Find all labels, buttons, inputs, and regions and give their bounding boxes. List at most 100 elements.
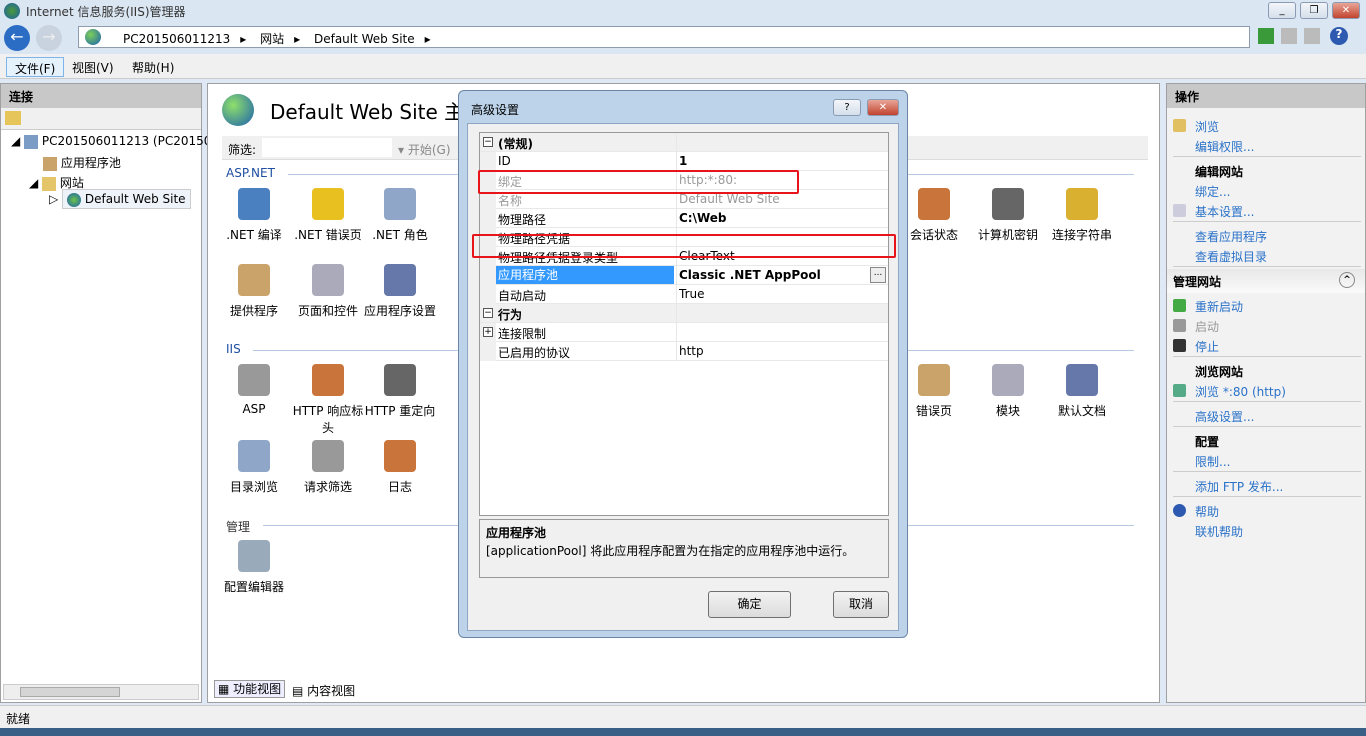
tab-content-view[interactable]: ▤ 内容视图: [292, 682, 355, 699]
feature-icon: [312, 364, 344, 396]
property-name: 行为: [498, 308, 523, 322]
feature-item[interactable]: HTTP 响应标头: [292, 364, 364, 436]
feature-item[interactable]: ASP: [218, 364, 290, 416]
feature-item[interactable]: 错误页: [898, 364, 970, 419]
manage-site-header[interactable]: 管理网站 ^: [1167, 269, 1365, 293]
property-row[interactable]: 自动启动 True: [480, 285, 888, 304]
feature-item[interactable]: 配置编辑器: [218, 540, 290, 595]
view-virtual-directories-action[interactable]: 查看虚拟目录: [1195, 248, 1267, 265]
tree-default-web-site[interactable]: ▷ Default Web Site: [49, 189, 191, 209]
maximize-button[interactable]: ❐: [1300, 2, 1328, 19]
go-button[interactable]: ▾ 开始(G): [398, 141, 451, 158]
minimize-button[interactable]: _: [1268, 2, 1296, 19]
filter-input[interactable]: [262, 138, 392, 157]
feature-item[interactable]: 计算机密钥: [972, 188, 1044, 243]
home-icon[interactable]: [1304, 28, 1320, 44]
feature-item[interactable]: .NET 编译: [218, 188, 290, 243]
feature-item[interactable]: 提供程序: [218, 264, 290, 319]
start-action[interactable]: 启动: [1195, 318, 1219, 335]
tree-server[interactable]: ◢ PC201506011213 (PC20150: [11, 134, 211, 149]
menu-help[interactable]: 帮助(H): [124, 57, 182, 77]
property-row[interactable]: 应用程序池 Classic .NET AppPool...: [480, 266, 888, 285]
feature-item[interactable]: 会话状态: [898, 188, 970, 243]
actions-panel: 操作 管理网站 ^ 浏览 编辑权限... 编辑网站 绑定... 基本设置... 查看应用程序查…: [1166, 83, 1366, 703]
feature-item[interactable]: .NET 角色: [364, 188, 436, 243]
property-value[interactable]: Classic .NET AppPool: [679, 268, 821, 282]
restart-action[interactable]: 重新启动: [1195, 298, 1243, 315]
feature-item[interactable]: 日志: [364, 440, 436, 495]
feature-item[interactable]: 模块: [972, 364, 1044, 419]
property-row[interactable]: 行为 −: [480, 304, 888, 323]
property-row[interactable]: 连接限制 +: [480, 323, 888, 342]
property-row[interactable]: 物理路径 C:\Web: [480, 209, 888, 228]
view-applications-action[interactable]: 查看应用程序: [1195, 228, 1267, 245]
feature-icon: [312, 264, 344, 296]
ok-button[interactable]: 确定: [708, 591, 791, 618]
browse-80-action[interactable]: 浏览 *:80 (http): [1195, 383, 1286, 400]
tree-app-pools[interactable]: 应用程序池: [43, 154, 121, 171]
ellipsis-button[interactable]: ...: [870, 267, 886, 283]
dialog-close-button[interactable]: ✕: [867, 99, 899, 116]
tab-features-view[interactable]: ▦ 功能视图: [214, 680, 286, 698]
tab-label: 内容视图: [307, 684, 356, 698]
help-icon[interactable]: ?: [1330, 27, 1348, 45]
feature-label: 提供程序: [229, 304, 278, 318]
feature-item[interactable]: 页面和控件: [292, 264, 364, 319]
stop-action[interactable]: 停止: [1195, 338, 1219, 355]
menu-view[interactable]: 视图(V): [64, 57, 122, 77]
feature-item[interactable]: HTTP 重定向: [364, 364, 436, 419]
close-button[interactable]: ✕: [1332, 2, 1360, 19]
browse-action[interactable]: 浏览: [1195, 118, 1219, 135]
crumb-site[interactable]: Default Web Site: [314, 32, 415, 46]
property-row[interactable]: ID 1: [480, 152, 888, 171]
online-help-action[interactable]: 联机帮助: [1195, 523, 1243, 540]
feature-item[interactable]: 应用程序设置: [364, 264, 436, 319]
feature-item[interactable]: 目录浏览: [218, 440, 290, 495]
dialog-help-button[interactable]: ?: [833, 99, 861, 116]
collapse-icon[interactable]: −: [483, 308, 493, 318]
edit-permissions-action[interactable]: 编辑权限...: [1195, 138, 1254, 155]
basic-settings-action[interactable]: 基本设置...: [1195, 203, 1254, 220]
crumb-sites[interactable]: 网站: [260, 32, 284, 46]
horizontal-scrollbar[interactable]: [3, 684, 199, 700]
collapse-icon[interactable]: −: [483, 137, 493, 147]
property-name: (常规): [498, 137, 533, 151]
limits-action[interactable]: 限制...: [1195, 453, 1230, 470]
refresh-icon[interactable]: [1258, 28, 1274, 44]
feature-label: ASP: [242, 402, 266, 416]
property-value[interactable]: True: [679, 287, 705, 301]
add-ftp-action[interactable]: 添加 FTP 发布...: [1195, 478, 1283, 495]
bindings-action[interactable]: 绑定...: [1195, 183, 1230, 200]
stop-icon[interactable]: [1281, 28, 1297, 44]
feature-icon: [238, 188, 270, 220]
back-icon[interactable]: ←: [4, 25, 30, 51]
cancel-button[interactable]: 取消: [833, 591, 889, 618]
window-title: Internet 信息服务(IIS)管理器: [26, 5, 186, 19]
collapse-icon[interactable]: ^: [1339, 272, 1355, 288]
feature-icon: [238, 540, 270, 572]
help-action[interactable]: 帮助: [1195, 503, 1219, 520]
feature-icon: [238, 364, 270, 396]
property-value[interactable]: C:\Web: [679, 211, 727, 225]
property-value[interactable]: http: [679, 344, 704, 358]
connect-icon[interactable]: [5, 111, 21, 125]
property-row[interactable]: (常规) −: [480, 133, 888, 152]
property-value[interactable]: 1: [679, 154, 687, 168]
feature-item[interactable]: 连接字符串: [1046, 188, 1118, 243]
divider: [1173, 221, 1361, 222]
expand-icon[interactable]: +: [483, 327, 493, 337]
feature-item[interactable]: 默认文档: [1046, 364, 1118, 419]
forward-icon[interactable]: →: [36, 25, 62, 51]
feature-label: .NET 编译: [226, 228, 282, 242]
feature-item[interactable]: .NET 错误页: [292, 188, 364, 243]
address-bar: ← → PC201506011213 ▸ 网站 ▸ Default Web Site…: [0, 22, 1366, 54]
property-name: ID: [498, 154, 511, 168]
property-row[interactable]: 已启用的协议 http: [480, 342, 888, 361]
menu-file[interactable]: 文件(F): [6, 57, 65, 77]
feature-item[interactable]: 请求筛选: [292, 440, 364, 495]
breadcrumb[interactable]: PC201506011213 ▸ 网站 ▸ Default Web Site ▸: [78, 26, 1250, 48]
description-text: [applicationPool] 将此应用程序配置为在指定的应用程序池中运行。: [486, 544, 855, 558]
advanced-settings-action[interactable]: 高级设置...: [1195, 408, 1254, 425]
property-value[interactable]: Default Web Site: [679, 192, 780, 206]
crumb-server[interactable]: PC201506011213: [123, 32, 230, 46]
